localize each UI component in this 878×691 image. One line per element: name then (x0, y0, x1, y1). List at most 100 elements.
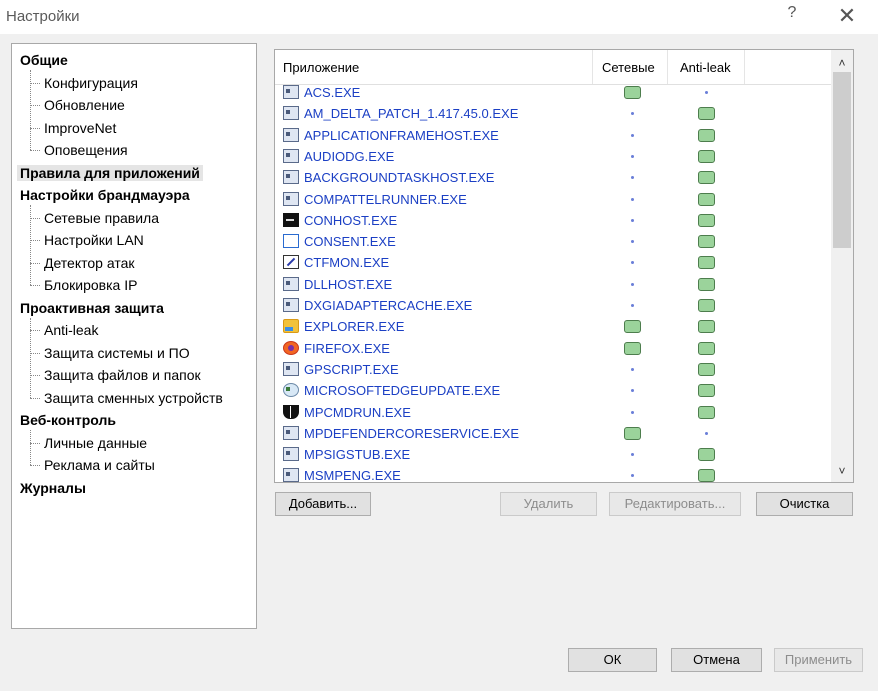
tree-item[interactable]: Настройки LAN (30, 230, 144, 250)
network-rule-unset-icon[interactable] (631, 240, 634, 244)
network-rule-unset-icon[interactable] (631, 453, 634, 457)
tree-item[interactable]: Личные данные (29, 433, 147, 453)
network-rule-unset-icon[interactable] (631, 389, 634, 393)
network-rule-allow-icon[interactable] (624, 320, 641, 334)
network-rule-unset-icon[interactable] (631, 474, 634, 478)
edit-button[interactable]: Редактировать... (609, 492, 741, 516)
tree-category[interactable]: Веб-контроль (20, 410, 116, 430)
table-row[interactable]: DLLHOST.EXE (275, 274, 832, 295)
table-row[interactable]: GPSCRIPT.EXE (275, 359, 832, 380)
network-rule-unset-icon[interactable] (631, 112, 634, 116)
settings-tree[interactable]: Общие Конфигурация Обновление ImproveNet Опо… (11, 43, 257, 629)
network-rule-unset-icon[interactable] (631, 176, 634, 180)
network-rule-allow-icon[interactable] (624, 426, 641, 440)
tree-label: Общие (20, 52, 68, 68)
clear-button[interactable]: Очистка (756, 492, 853, 516)
network-rule-unset-icon[interactable] (631, 261, 634, 265)
table-row[interactable]: FIREFOX.EXE (275, 338, 832, 359)
table-row[interactable]: EXPLORER.EXE (275, 316, 832, 337)
tree-item[interactable]: Сетевые правила (29, 208, 159, 228)
tree-category[interactable]: Правила для приложений (17, 163, 203, 183)
antileak-rule-allow-icon[interactable] (698, 171, 715, 185)
column-header-network[interactable]: Сетевые (602, 60, 655, 75)
antileak-rule-allow-icon[interactable] (698, 192, 715, 206)
antileak-rule-allow-icon[interactable] (698, 362, 715, 376)
tree-item[interactable]: Защита сменных устройств (30, 388, 223, 408)
antileak-rule-unset-icon[interactable] (705, 431, 708, 435)
antileak-rule-allow-icon[interactable] (698, 384, 715, 398)
column-header-antileak[interactable]: Anti-leak (680, 60, 731, 75)
table-row[interactable]: AM_DELTA_PATCH_1.417.45.0.EXE (275, 103, 832, 124)
tree-category[interactable]: Общие (20, 50, 68, 70)
table-row[interactable]: CONHOST.EXE (275, 210, 832, 231)
table-row[interactable]: MPSIGSTUB.EXE (275, 444, 832, 465)
antileak-rule-allow-icon[interactable] (698, 469, 715, 482)
table-row[interactable]: DXGIADAPTERCACHE.EXE (275, 295, 832, 316)
table-row[interactable]: MPDEFENDERCORESERVICE.EXE (275, 423, 832, 444)
table-row[interactable]: MSMPENG.EXE (275, 465, 832, 482)
app-name: DXGIADAPTERCACHE.EXE (304, 298, 473, 313)
close-button[interactable]: ✕ (832, 2, 862, 30)
tree-item[interactable]: Детектор атак (30, 253, 135, 273)
tree-item[interactable]: Anti-leak (29, 320, 98, 340)
scroll-thumb[interactable] (833, 72, 851, 248)
table-row[interactable]: AUDIODG.EXE (275, 146, 832, 167)
antileak-rule-allow-icon[interactable] (698, 299, 715, 312)
antileak-rule-allow-icon[interactable] (698, 256, 715, 270)
antileak-rule-allow-icon[interactable] (698, 448, 715, 462)
tree-category[interactable]: Проактивная защита (20, 298, 164, 318)
scroll-down-arrow-icon[interactable]: ˅ (831, 460, 853, 482)
network-rule-unset-icon[interactable] (631, 367, 634, 371)
antileak-rule-allow-icon[interactable] (698, 149, 715, 163)
app-name: COMPATTELRUNNER.EXE (304, 191, 467, 207)
network-rule-unset-icon[interactable] (631, 133, 634, 137)
antileak-rule-allow-icon[interactable] (698, 213, 715, 227)
antileak-rule-allow-icon[interactable] (698, 277, 715, 291)
tree-item[interactable]: ImproveNet (29, 118, 116, 138)
table-row[interactable]: BACKGROUNDTASKHOST.EXE (275, 167, 832, 188)
network-rule-allow-icon[interactable] (624, 341, 641, 355)
antileak-rule-allow-icon[interactable] (698, 320, 715, 334)
network-rule-unset-icon[interactable] (631, 154, 634, 158)
table-row[interactable]: MPCMDRUN.EXE (275, 402, 832, 423)
vertical-scrollbar[interactable]: ˄ ˅ (831, 50, 853, 482)
tree-category[interactable]: Журналы (20, 478, 86, 498)
antileak-rule-allow-icon[interactable] (698, 128, 715, 142)
apply-button[interactable]: Применить (774, 648, 863, 672)
add-button[interactable]: Добавить... (275, 492, 371, 516)
network-rule-allow-icon[interactable] (624, 86, 641, 99)
tree-item[interactable]: Защита системы и ПО (30, 343, 190, 363)
antileak-rule-allow-icon[interactable] (698, 341, 715, 355)
delete-button[interactable]: Удалить (500, 492, 597, 516)
antileak-rule-allow-icon[interactable] (698, 235, 715, 249)
cancel-button[interactable]: Отмена (671, 648, 762, 672)
help-button[interactable]: ? (782, 4, 802, 28)
app-name: AUDIODG.EXE (304, 148, 395, 164)
network-rule-unset-icon[interactable] (631, 218, 634, 222)
table-row[interactable]: COMPATTELRUNNER.EXE (275, 189, 832, 210)
tree-item[interactable]: Обновление (30, 95, 125, 115)
tree-item[interactable]: Реклама и сайты (30, 455, 155, 475)
tree-item[interactable]: Блокировка IP (29, 275, 137, 295)
antileak-rule-allow-icon[interactable] (698, 107, 715, 121)
table-row[interactable]: CONSENT.EXE (275, 231, 832, 252)
tree-item[interactable]: Оповещения (30, 140, 128, 160)
tree-label: Правила для приложений (17, 164, 203, 181)
network-rule-unset-icon[interactable] (631, 304, 634, 307)
network-rule-unset-icon[interactable] (631, 197, 634, 201)
tree-item[interactable]: Защита файлов и папок (30, 365, 201, 385)
table-row[interactable]: MICROSOFTEDGEUPDATE.EXE (275, 380, 832, 401)
network-rule-unset-icon[interactable] (631, 410, 634, 414)
tree-category[interactable]: Настройки брандмауэра (20, 185, 190, 205)
table-row[interactable]: CTFMON.EXE (275, 252, 832, 273)
network-rule-unset-icon[interactable] (631, 282, 634, 286)
antileak-rule-allow-icon[interactable] (698, 405, 715, 419)
column-header-application[interactable]: Приложение (283, 60, 359, 75)
table-row[interactable]: ACS.EXE (275, 82, 832, 103)
antileak-rule-unset-icon[interactable] (705, 91, 708, 94)
scroll-up-arrow-icon[interactable]: ˄ (831, 52, 853, 74)
ok-button[interactable]: ОК (568, 648, 657, 672)
table-row[interactable]: APPLICATIONFRAMEHOST.EXE (275, 125, 832, 146)
app-rules-list[interactable]: Приложение Сетевые Anti-leak ACS.EXE AM_D… (274, 49, 854, 483)
tree-item[interactable]: Конфигурация (30, 73, 138, 93)
